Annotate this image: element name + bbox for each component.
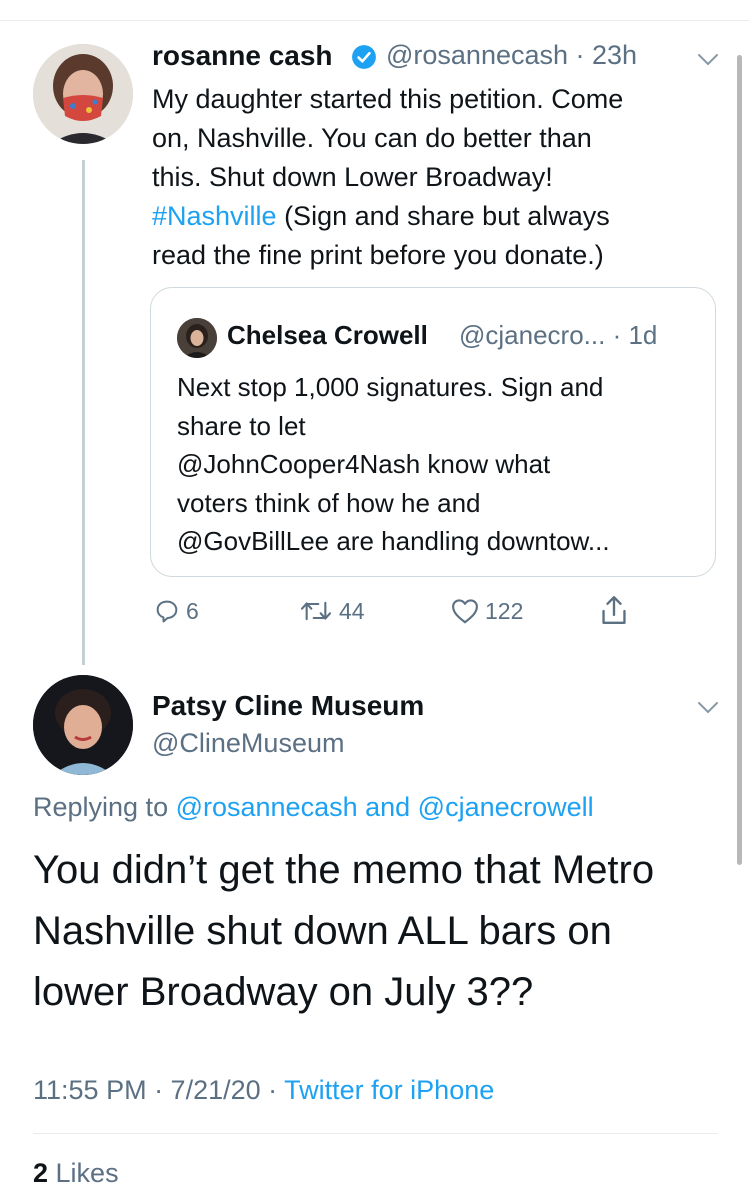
like-icon xyxy=(452,599,478,624)
reply-count: 6 xyxy=(186,597,199,624)
tweet-handle-time[interactable]: @rosannecash · 23h xyxy=(386,40,637,71)
source-link[interactable]: Twitter for iPhone xyxy=(284,1075,494,1105)
divider xyxy=(33,1133,718,1134)
retweet-count: 44 xyxy=(339,597,365,624)
quote-line: Next stop 1,000 signatures. Sign and xyxy=(177,372,604,402)
share-button[interactable] xyxy=(598,594,630,628)
share-icon xyxy=(602,596,626,624)
reply-icon xyxy=(156,600,178,623)
rosanne-cash-avatar[interactable] xyxy=(33,44,133,144)
verified-badge-icon xyxy=(352,45,376,69)
quote-handle-time: @cjanecro... · 1d xyxy=(459,320,658,350)
chevron-down-icon[interactable] xyxy=(696,700,720,716)
reply-button[interactable]: 6 xyxy=(153,594,199,628)
like-count: 122 xyxy=(485,597,524,624)
likes-summary[interactable]: 2 Likes xyxy=(33,1158,119,1189)
top-divider xyxy=(0,20,749,21)
timestamp-line: 11:55 PM · 7/21/20 · Twitter for iPhone xyxy=(33,1075,494,1106)
quoted-tweet-card[interactable]: Chelsea Crowell @cjanecro... · 1d Next s… xyxy=(150,287,716,577)
reply-text: You didn’t get the memo that Metro Nashv… xyxy=(33,840,723,1023)
reply-line: Nashville shut down ALL bars on xyxy=(33,909,612,953)
scrollbar[interactable] xyxy=(737,55,742,865)
retweet-icon xyxy=(300,601,332,621)
thread-connector-line xyxy=(82,160,85,665)
quote-line: @GovBillLee are handling downtow... xyxy=(177,526,610,556)
quote-line: share to let xyxy=(177,410,306,441)
chevron-down-icon[interactable] xyxy=(696,52,720,68)
likes-count: 2 xyxy=(33,1158,49,1188)
quote-text: Next stop 1,000 signatures. Sign and sha… xyxy=(177,368,697,561)
mention-link[interactable]: @rosannecash xyxy=(176,792,358,822)
reply-handle[interactable]: @ClineMuseum xyxy=(152,728,344,759)
retweet-button[interactable]: 44 xyxy=(298,594,365,628)
tweet-line: read the fine print before you donate.) xyxy=(152,240,604,270)
quote-line: voters think of how he and xyxy=(177,487,481,518)
tweet-line: My daughter started this petition. Come xyxy=(152,84,624,114)
timestamp[interactable]: 11:55 PM · 7/21/20 · xyxy=(33,1075,284,1105)
tweet-text: My daughter started this petition. Come … xyxy=(152,80,712,275)
replying-to-line: Replying to @rosannecash and @cjanecrowe… xyxy=(33,792,594,822)
tweet-line: #Nashville (Sign and share but always xyxy=(152,201,610,231)
reply-line: lower Broadway on July 3?? xyxy=(33,970,534,1014)
tweet-line: on, Nashville. You can do better than xyxy=(152,123,592,153)
like-button[interactable]: 122 xyxy=(450,594,523,628)
tweet-author-name[interactable]: rosanne cash xyxy=(152,40,333,72)
chelsea-crowell-avatar xyxy=(177,318,217,358)
likes-label: Likes xyxy=(48,1158,119,1188)
reply-author-name[interactable]: Patsy Cline Museum xyxy=(152,690,424,722)
tweet-line: this. Shut down Lower Broadway! xyxy=(152,162,553,192)
quote-author-name: Chelsea Crowell xyxy=(227,320,428,350)
hashtag-link[interactable]: #Nashville xyxy=(152,201,277,231)
quote-line: @JohnCooper4Nash know what xyxy=(177,449,551,479)
patsy-cline-museum-avatar[interactable] xyxy=(33,675,133,775)
mention-link[interactable]: @cjanecrowell xyxy=(418,792,594,822)
reply-line: You didn’t get the memo that Metro xyxy=(33,848,655,892)
